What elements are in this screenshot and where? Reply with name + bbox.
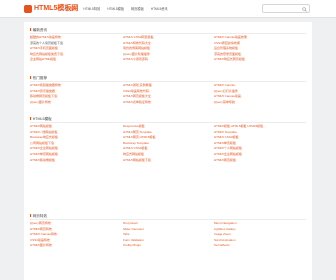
link-column: HTML5网站模板 HTML5 / 微网站模板 Bootstrap响应式模板 公… — [30, 124, 120, 163]
article-link[interactable]: HTML5响应式网页模板 — [214, 57, 304, 63]
section-divider — [30, 33, 306, 34]
search-icon[interactable] — [302, 6, 307, 12]
link-column: HTML5视频播放器特效 HTML5音乐播放器 移动端网页模板下载 jQuery… — [30, 83, 120, 105]
link-column: HTML5 CSS3网页模板 HTML5特效代码大全 简约的博客网站模板 jQu… — [123, 35, 213, 63]
article-link[interactable]: HTML5表单验证特效 — [123, 100, 213, 106]
article-link[interactable]: HTML5小游戏源码 — [123, 57, 213, 63]
link-column: HTML5模板 HTML5模板 HTML5模板 HTML5 Template H… — [214, 124, 304, 163]
article-link[interactable]: HTML5网站模板下载 — [123, 158, 213, 164]
main-nav: 首页 HTML5特效 HTML5模板 网页模板 HTML5资讯 — [70, 7, 175, 11]
link-column: HTML5 Canvas jQuery幻灯片插件 HTML5 Canvas动画 … — [214, 83, 304, 105]
search-box — [262, 4, 310, 13]
search-input[interactable] — [265, 6, 301, 12]
link-column: HTML5 Canvas动画效果 CSS3按钮悬停效果 后台管理系统模板 漂亮的… — [214, 35, 304, 63]
article-link[interactable]: 企业网站HTML模板 — [30, 57, 120, 63]
nav-item-home[interactable]: 首页 — [70, 7, 76, 11]
article-link[interactable]: HTML5网页模板 — [214, 158, 304, 164]
nav-item-news[interactable]: HTML5资讯 — [151, 7, 168, 11]
logo-icon — [24, 5, 32, 13]
link-column: Responsive模板 HTML5网页 Template HTML5网页 HT… — [123, 124, 213, 163]
section-divider — [30, 219, 306, 220]
nav-item-web-templates[interactable]: 网页模板 — [131, 7, 144, 11]
link-column: HTML5游戏 实例教程 CSS3动画特效代码 HTML5网页模板大全 HTML… — [123, 83, 213, 105]
link-column: Menu Navigation Lightbox Gallery Image Z… — [214, 221, 304, 249]
top-bar: HTML5模板网 首页 HTML5特效 HTML5模板 网页模板 HTML5资讯 — [0, 0, 336, 18]
article-link[interactable]: jQuery菜单导航 — [214, 100, 304, 106]
article-link[interactable]: Text Effects — [214, 243, 304, 249]
section-divider — [30, 81, 306, 82]
content-panel: 最新资讯 超酷的HTML5动画特效 漂亮的个人简历模板下载 HTML5手机页面模… — [24, 22, 312, 280]
article-link[interactable]: HTML5移动端模板 — [30, 158, 120, 164]
link-column: jQuery网页特效 HTML5网页特效 HTML5 Canvas特效 CSS3… — [30, 221, 120, 249]
article-link[interactable]: HTML5图片特效 — [30, 243, 120, 249]
article-link[interactable]: Tooltip Plugin — [123, 243, 213, 249]
nav-item-effects[interactable]: HTML5特效 — [83, 7, 100, 11]
article-link[interactable]: jQuery图片特效 — [30, 100, 120, 106]
link-column: 超酷的HTML5动画特效 漂亮的个人简历模板下载 HTML5手机页面模板 响应式… — [30, 35, 120, 63]
nav-item-templates[interactable]: HTML5模板 — [107, 7, 124, 11]
link-column: Drop Down Slider Carousel Tabs Form Vali… — [123, 221, 213, 249]
section-divider — [30, 122, 306, 123]
